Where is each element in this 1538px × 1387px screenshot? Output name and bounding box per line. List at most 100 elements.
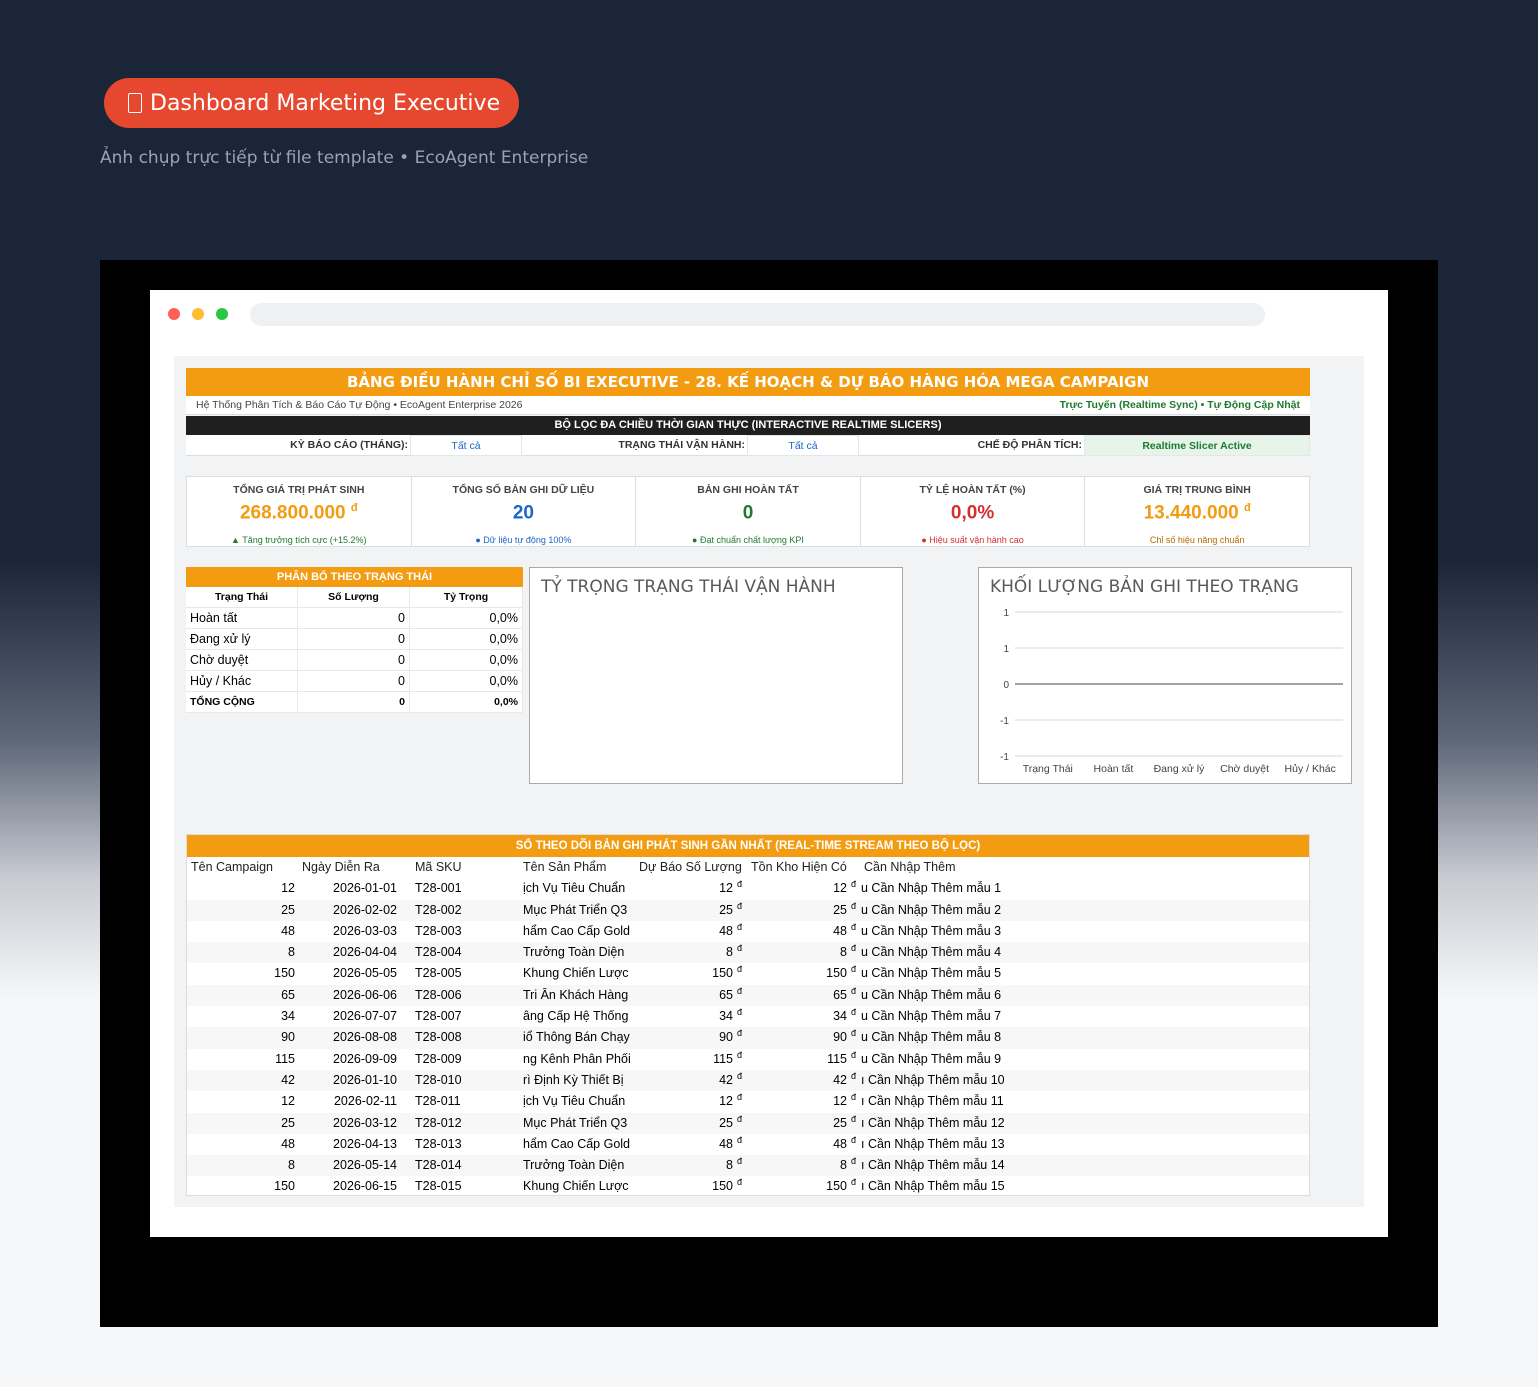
date-cell: 2026-01-01 (333, 881, 397, 896)
table-row: 150 2026-06-15 T28-015 Khung Chiến Lược 150 đ… (187, 1176, 1309, 1197)
kpi-unit: đ (350, 502, 358, 514)
forecast-unit: đ (737, 921, 743, 932)
reorder-cell: ı Cần Nhập Thêm mẫu 12 (861, 1115, 1005, 1130)
count-cell: 0 (298, 608, 410, 628)
forecast-cell: 25 (719, 902, 733, 917)
sku-cell: T28-010 (415, 1072, 462, 1087)
x-tick-label: Hủy / Khác (1285, 763, 1336, 775)
state-slicer[interactable]: Tất cả (747, 435, 859, 456)
status-table: PHÂN BỔ THEO TRẠNG THÁI Trạng Thái Số Lư… (186, 567, 523, 713)
reorder-cell: u Cần Nhập Thêm mẫu 2 (861, 902, 1002, 917)
date-cell: 2026-02-02 (333, 902, 397, 917)
y-tick-label: 1 (1003, 644, 1009, 655)
count-cell: 0 (298, 650, 410, 670)
reorder-cell: u Cần Nhập Thêm mẫu 7 (861, 1009, 1002, 1024)
stock-cell: 115 (827, 1051, 847, 1066)
total-row: TỔNG CỘNG 0 0,0% (186, 692, 523, 713)
maximize-window-icon[interactable] (216, 308, 228, 320)
kpi-note: ● Hiệu suất vận hành cao (921, 535, 1024, 545)
table-row: 42 2026-01-10 T28-010 rì Định Kỳ Thiết Bị 42… (187, 1069, 1309, 1092)
bar-chart[interactable]: KHỐI LƯỢNG BẢN GHI THEO TRẠNG 1 1 0 -1 -1 Trạ… (978, 567, 1352, 784)
table-row: Đang xử lý 0 0,0% (186, 629, 523, 650)
mode-slicer[interactable]: Realtime Slicer Active (1084, 435, 1310, 456)
stock-cell: 25 (833, 902, 847, 917)
kpi-value: 0 (636, 502, 860, 524)
sku-cell: T28-003 (415, 923, 462, 938)
stock-cell: 42 (833, 1072, 847, 1087)
sku-cell: T28-002 (415, 902, 462, 917)
log-header-cell: Dự Báo Số Lượng (639, 860, 742, 874)
date-cell: 2026-03-12 (333, 1115, 397, 1130)
sku-cell: T28-006 (415, 987, 462, 1002)
reorder-cell: u Cần Nhập Thêm mẫu 3 (861, 923, 1002, 938)
table-row: 25 2026-03-12 T28-012 Mục Phát Triển Q3 25 đ 2… (187, 1112, 1309, 1134)
table-row: 115 2026-09-09 T28-009 ng Kênh Phân Phối 115… (187, 1049, 1309, 1070)
kpi-value: 13.440.000 đ (1085, 502, 1309, 524)
sku-cell: T28-014 (415, 1158, 462, 1173)
forecast-cell: 12 (719, 1094, 733, 1109)
product-cell: Tri Ân Khách Hàng (523, 987, 629, 1002)
date-cell: 2026-01-10 (333, 1072, 397, 1087)
reorder-cell: u Cần Nhập Thêm mẫu 1 (861, 881, 1002, 896)
stock-cell: 48 (833, 1136, 847, 1151)
campaign-cell: 8 (288, 1158, 295, 1173)
x-tick-label: Đang xử lý (1154, 763, 1206, 775)
x-tick-label: Chờ duyệt (1220, 763, 1269, 775)
pie-chart[interactable]: TỶ TRỌNG TRẠNG THÁI VẬN HÀNH (529, 567, 903, 784)
reorder-cell: u Cần Nhập Thêm mẫu 6 (861, 987, 1002, 1002)
system-label: Hệ Thống Phân Tích & Báo Cáo Tự Động • E… (196, 399, 523, 411)
forecast-unit: đ (737, 1028, 743, 1039)
sync-status: Trực Tuyến (Realtime Sync) • Tự Động Cập… (1059, 399, 1300, 411)
sku-cell: T28-013 (415, 1136, 462, 1151)
table-row: 150 2026-05-05 T28-005 Khung Chiến Lược 150 đ… (187, 963, 1309, 984)
product-cell: Mục Phát Triển Q3 (523, 902, 628, 917)
stock-cell: 12 (833, 881, 847, 896)
minimize-window-icon[interactable] (192, 308, 204, 320)
period-slicer[interactable]: Tất cả (410, 435, 522, 456)
campaign-cell: 48 (281, 1136, 295, 1151)
date-cell: 2026-02-11 (333, 1094, 397, 1109)
count-cell: 0 (298, 629, 410, 649)
table-row: 48 2026-03-03 T28-003 hẩm Cao Cấp Gold 48 đ 48… (187, 921, 1309, 942)
forecast-unit: đ (737, 879, 743, 890)
product-cell: hẩm Cao Cấp Gold (523, 1136, 631, 1151)
forecast-cell: 48 (719, 1136, 733, 1151)
stock-cell: 34 (833, 1009, 847, 1024)
stock-cell: 25 (833, 1115, 847, 1130)
kpi-note: Chỉ số hiệu năng chuẩn (1149, 535, 1245, 545)
kpi-number: 268.800.000 (239, 502, 346, 524)
sku-cell: T28-004 (415, 945, 462, 960)
badge-title: Dashboard Marketing Executive (150, 90, 501, 116)
stock-unit: đ (851, 1007, 857, 1018)
kpi-card: TỔNG SỐ BẢN GHI DỮ LIỆU 20 ● Dữ liệu tự đ… (412, 477, 637, 546)
date-cell: 2026-05-14 (333, 1158, 397, 1173)
close-window-icon[interactable] (168, 308, 180, 320)
kpi-number: 0,0% (950, 502, 995, 524)
sku-cell: T28-001 (415, 881, 462, 896)
stock-cell: 48 (833, 923, 847, 938)
page-subtitle: Ảnh chụp trực tiếp từ file template • Ec… (100, 148, 589, 168)
forecast-cell: 115 (713, 1051, 733, 1066)
forecast-unit: đ (737, 1092, 743, 1103)
status-cell: Hoàn tất (186, 608, 298, 628)
share-cell: 0,0% (410, 629, 523, 649)
log-header-cell: Tồn Kho Hiện Có (751, 860, 847, 874)
kpi-value: 20 (412, 502, 636, 524)
campaign-cell: 65 (281, 987, 295, 1002)
campaign-cell: 34 (281, 1009, 295, 1024)
log-header-cell: Cần Nhập Thêm (864, 860, 956, 874)
product-cell: Khung Chiến Lược (523, 966, 629, 981)
log-header-cell: Tên Campaign (191, 860, 273, 874)
date-cell: 2026-04-04 (333, 945, 397, 960)
status-cell: Đang xử lý (186, 629, 298, 649)
address-bar[interactable] (250, 303, 1265, 326)
count-cell: 0 (298, 671, 410, 691)
forecast-cell: 48 (719, 923, 733, 938)
stock-unit: đ (851, 900, 857, 911)
date-cell: 2026-06-15 (333, 1179, 397, 1194)
sku-cell: T28-005 (415, 966, 462, 981)
stock-cell: 65 (833, 987, 847, 1002)
dashboard-badge[interactable]: Dashboard Marketing Executive (104, 78, 519, 128)
forecast-unit: đ (737, 985, 743, 996)
table-row: 12 2026-01-01 T28-001 ịch Vụ Tiêu Chuẩn 12 đ 1… (187, 878, 1309, 899)
